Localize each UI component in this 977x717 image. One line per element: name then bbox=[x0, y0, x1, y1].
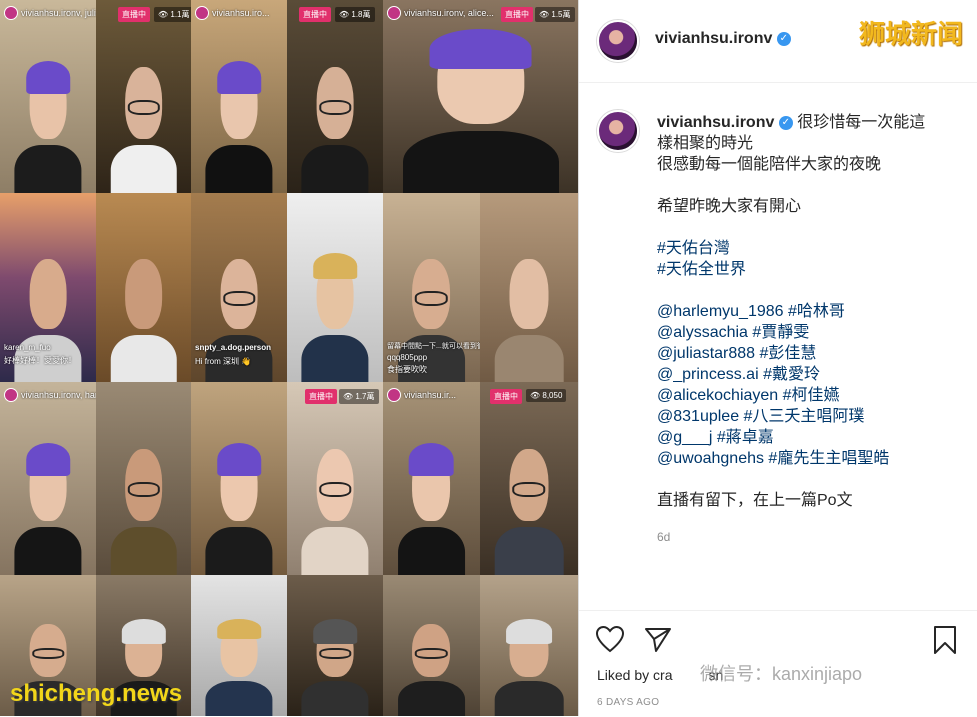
mention-link[interactable]: @_princess.ai #戴愛玲 bbox=[657, 364, 957, 385]
stream-tile: vivianhsu.ironv, alice... 直播中 👁 1.5萬 bbox=[383, 0, 578, 193]
caption-age[interactable]: 6d bbox=[657, 530, 670, 544]
bookmark-icon[interactable] bbox=[931, 625, 959, 660]
mention-link[interactable]: @harlemyu_1986 #哈林哥 bbox=[657, 301, 957, 322]
stream-tile: 直播中 👁 8,050 bbox=[480, 382, 578, 575]
stream-tile: 直播中 👁 1.8萬 bbox=[287, 0, 383, 193]
mention-link[interactable]: @831uplee #八三夭主唱阿璞 bbox=[657, 406, 957, 427]
caption-avatar[interactable] bbox=[597, 110, 639, 152]
stream-tile: vivianhsu.ironv, julias... bbox=[0, 0, 96, 193]
verified-icon: ✓ bbox=[778, 115, 793, 130]
hashtag-link[interactable]: #天佑全世界 bbox=[657, 259, 957, 280]
caption-line: 很感動每一個能陪伴大家的夜晚 bbox=[657, 156, 882, 173]
mention-link[interactable]: @juliastar888 #彭佳慧 bbox=[657, 343, 957, 364]
caption: vivianhsu.ironv ✓ 很珍惜每一次能這 樣相聚的時光 很感動每一個… bbox=[657, 112, 957, 511]
header-username[interactable]: vivianhsu.ironv bbox=[655, 30, 772, 47]
stream-tile: snpty_a.dog.person Hi from 深圳 👋 bbox=[191, 193, 287, 382]
stream-tile bbox=[383, 575, 480, 716]
post-image[interactable]: vivianhsu.ironv, julias... 直播中 👁 1.1萬 vi… bbox=[0, 0, 578, 716]
avatar[interactable] bbox=[597, 20, 639, 62]
stream-tile: 留幕中間點一下...就可以看到彼此的臉了 qqq805ppp 食指要吹吹 bbox=[383, 193, 480, 382]
stream-tile bbox=[96, 193, 191, 382]
stream-tile: vivianhsu.iro... bbox=[191, 0, 287, 193]
caption-line: 樣相聚的時光 bbox=[657, 135, 754, 152]
stream-tile: 直播中 👁 1.1萬 bbox=[96, 0, 191, 193]
caption-line: 希望昨晚大家有開心 bbox=[657, 198, 802, 215]
stream-tile bbox=[480, 575, 578, 716]
stream-tile bbox=[480, 193, 578, 382]
hashtag-link[interactable]: #天佑台灣 bbox=[657, 238, 957, 259]
stream-tile bbox=[287, 575, 383, 716]
heart-icon[interactable] bbox=[595, 625, 625, 658]
caption-username[interactable]: vivianhsu.ironv bbox=[657, 114, 774, 131]
caption-line: 直播有留下，在上一篇Po文 bbox=[657, 492, 853, 509]
watermark-wechat: 微信号：kanxinjiapo bbox=[700, 664, 863, 684]
watermark-logo-top: 狮城新闻 bbox=[858, 19, 963, 49]
watermark-logo-bottom: shicheng.news bbox=[10, 680, 183, 707]
stream-tile bbox=[96, 382, 191, 575]
mention-link[interactable]: @g___j #蔣卓嘉 bbox=[657, 427, 957, 448]
stream-tile bbox=[191, 575, 287, 716]
stream-tile: vivianhsu.ironv, harle... bbox=[0, 382, 96, 575]
mention-link[interactable]: @alicekochiayen #柯佳嬿 bbox=[657, 385, 957, 406]
mention-link[interactable]: @alyssachia #賈靜雯 bbox=[657, 322, 957, 343]
stream-tile: karen_m_fuo 好棒好棒！愛愛你！ bbox=[0, 193, 96, 382]
post-timestamp[interactable]: 6 DAYS AGO bbox=[597, 697, 659, 708]
stream-tile bbox=[191, 382, 287, 575]
share-icon[interactable] bbox=[643, 625, 673, 658]
header-username-row: vivianhsu.ironv ✓ bbox=[655, 30, 791, 48]
stream-tile: vivianhsu.ir... bbox=[383, 382, 480, 575]
stream-tile bbox=[287, 193, 383, 382]
verified-icon: ✓ bbox=[776, 31, 791, 46]
mention-link[interactable]: @uwoahgnehs #龐先生主唱聖皓 bbox=[657, 448, 957, 469]
post-details-panel: vivianhsu.ironv ✓ vivianhsu.ironv ✓ 很珍惜每… bbox=[578, 0, 977, 716]
stream-tile: 直播中 👁 1.7萬 bbox=[287, 382, 383, 575]
caption-text: 很珍惜每一次能這 bbox=[797, 114, 926, 131]
